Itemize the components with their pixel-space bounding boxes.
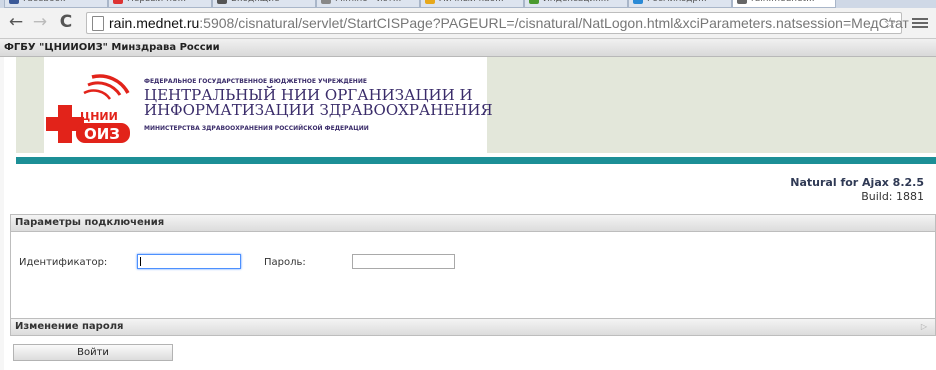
browser-tab-label: Первый по... — [127, 0, 186, 4]
logo-emblem-top: ЦНИИ — [80, 110, 118, 123]
url-text: rain.mednet.ru:5908/cisnatural/servlet/S… — [109, 13, 909, 33]
org-header: ФГБУ "ЦНИИОИЗ" Минздрава России — [0, 39, 936, 57]
browser-tab-label: Mimino - ист... — [335, 0, 401, 4]
product-name: Natural for Ajax 8.2.5 — [790, 176, 924, 189]
org-title: ФГБУ "ЦНИИОИЗ" Минздрава России — [4, 42, 220, 53]
logo-emblem-bottom: ОИЗ — [84, 125, 120, 143]
bookmark-star-icon[interactable]: ☆ — [884, 13, 897, 33]
identifier-input[interactable] — [137, 254, 241, 269]
browser-tab-strip: Facebook Первый по... Входящие Mimino - ист… — [0, 0, 936, 8]
logo-ministry: МИНИСТЕРСТВА ЗДРАВООХРАНЕНИЯ РОССИЙСКОЙ … — [144, 125, 369, 132]
tab-favicon-icon — [737, 0, 747, 4]
browser-tab[interactable]: Facebook — [4, 0, 108, 8]
url-path: :5908/cisnatural/servlet/StartCISPage?PA… — [199, 15, 909, 31]
logo-org-type: ФЕДЕРАЛЬНОЕ ГОСУДАРСТВЕННОЕ БЮДЖЕТНОЕ УЧ… — [144, 78, 367, 85]
browser-tab[interactable]: Входящие — [212, 0, 316, 8]
logo-org-name-line2: ИНФОРМАТИЗАЦИИ ЗДРАВООХРАНЕНИЯ — [144, 101, 493, 119]
password-label: Пароль: — [264, 257, 306, 268]
build-number: Build: 1881 — [861, 190, 924, 203]
section-change-password-title: Изменение пароля — [15, 321, 124, 332]
browser-tab-label: Росминздр... — [647, 0, 707, 4]
tab-favicon-icon — [113, 0, 123, 4]
password-input[interactable] — [352, 254, 455, 269]
browser-tab[interactable]: Индексация... — [524, 0, 628, 8]
section-connection-header[interactable]: Параметры подключения — [10, 214, 936, 232]
browser-toolbar: ← → C rain.mednet.ru:5908/cisnatural/ser… — [0, 8, 936, 39]
tab-favicon-icon — [9, 0, 19, 4]
browser-tab-label: Личный каб... — [439, 0, 504, 4]
browser-tab-label: Индексация... — [543, 0, 609, 4]
text-caret — [140, 257, 141, 266]
identifier-label: Идентификатор: — [19, 257, 108, 268]
browser-tab-label: rain.mednet... — [751, 0, 815, 4]
section-connection-title: Параметры подключения — [15, 217, 165, 228]
tab-favicon-icon — [529, 0, 539, 4]
section-change-password-header[interactable]: Изменение пароля ▷ — [10, 318, 936, 336]
forward-icon[interactable]: → — [30, 12, 50, 32]
browser-tab-label: Входящие — [231, 0, 280, 4]
left-strip — [0, 57, 4, 370]
tab-favicon-icon — [217, 0, 227, 4]
logo-arc-3 — [83, 89, 112, 100]
tab-favicon-icon — [321, 0, 331, 4]
login-button[interactable]: Войти — [13, 344, 173, 361]
address-bar[interactable]: rain.mednet.ru:5908/cisnatural/servlet/S… — [86, 12, 909, 34]
expand-arrow-icon[interactable]: ▷ — [921, 319, 927, 335]
browser-tab-label: Facebook — [23, 0, 65, 4]
browser-tab[interactable]: Первый по... — [108, 0, 212, 8]
cniioiz-logo-emblem: ЦНИИ ОИЗ — [46, 74, 130, 143]
tab-favicon-icon — [425, 0, 435, 4]
back-icon[interactable]: ← — [6, 12, 26, 32]
browser-tab[interactable]: Mimino - ист... — [316, 0, 420, 8]
reload-icon[interactable]: C — [56, 12, 76, 32]
url-host: rain.mednet.ru — [109, 15, 200, 31]
tab-favicon-icon — [633, 0, 643, 4]
logo-org-name: ЦЕНТРАЛЬНЫЙ НИИ ОРГАНИЗАЦИИ И ИНФОРМАТИЗ… — [144, 88, 493, 118]
browser-tab[interactable]: Росминздр... — [628, 0, 732, 8]
section-connection-body — [10, 232, 936, 318]
page-icon — [92, 16, 104, 31]
browser-tab[interactable]: rain.mednet... — [732, 0, 836, 8]
product-info: Natural for Ajax 8.2.5 Build: 1881 — [790, 176, 924, 204]
browser-menu-icon[interactable] — [912, 16, 928, 30]
teal-divider — [16, 157, 936, 164]
browser-tab[interactable]: Личный каб... — [420, 0, 524, 8]
